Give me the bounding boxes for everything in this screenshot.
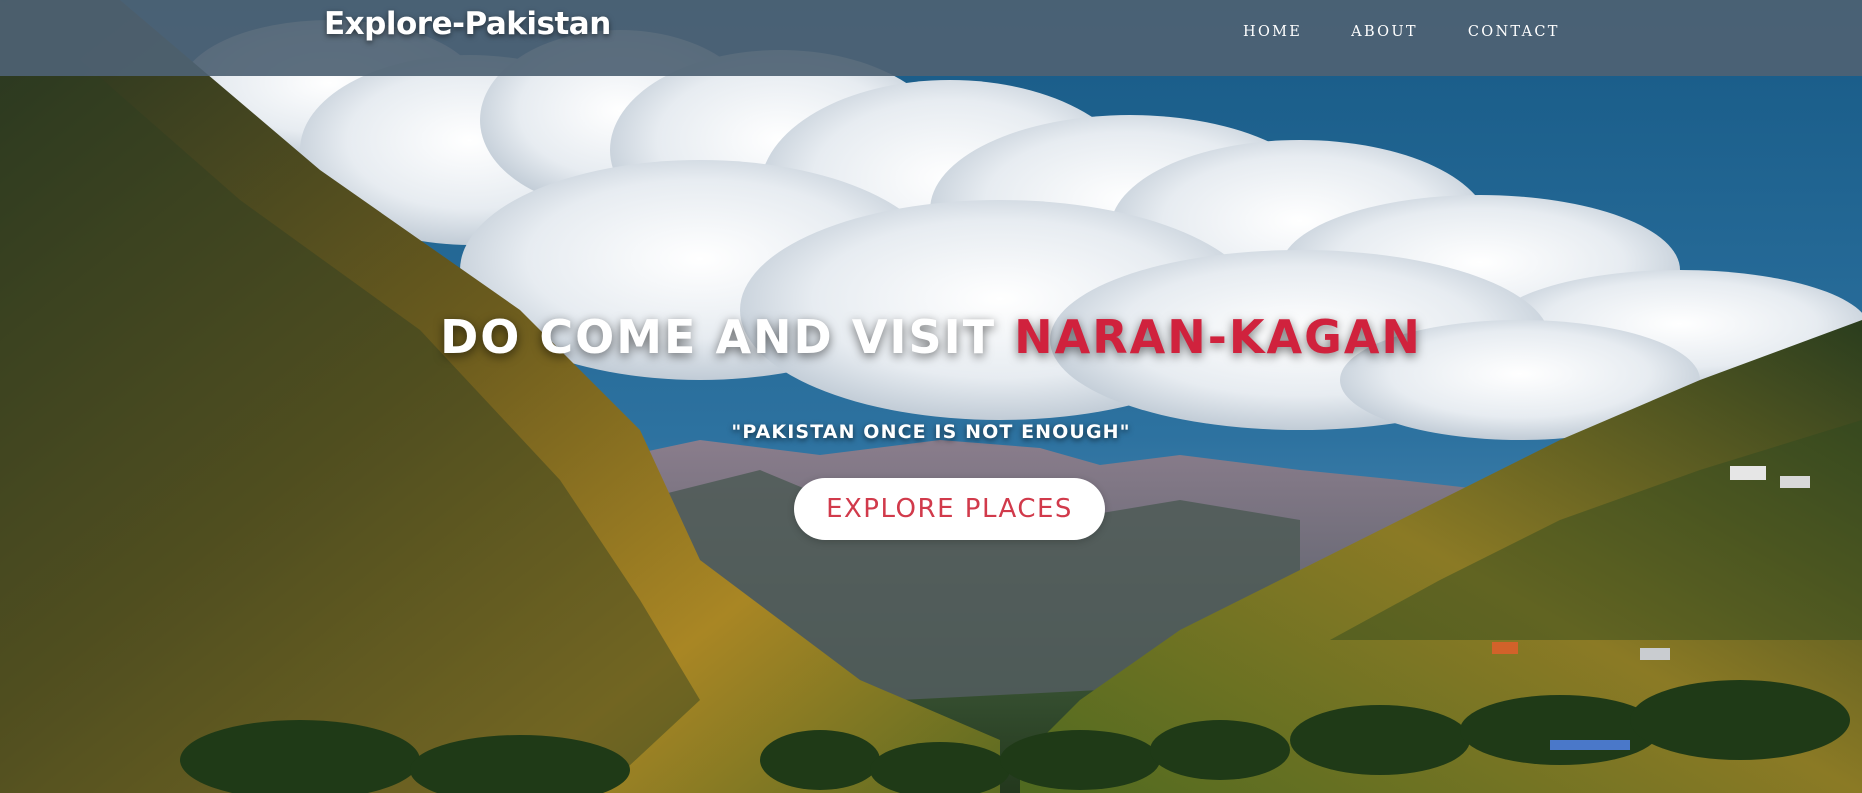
top-navbar: Explore-Pakistan HOME ABOUT CONTACT [0,0,1862,76]
hero-section: Explore-Pakistan HOME ABOUT CONTACT DO C… [0,0,1862,793]
nav-link-home[interactable]: HOME [1243,24,1302,40]
nav-link-contact[interactable]: CONTACT [1468,24,1560,40]
nav-link-about[interactable]: ABOUT [1351,24,1418,40]
hero-background-image [0,0,1862,793]
headline-prefix: DO COME AND VISIT [440,310,997,364]
brand-logo-link[interactable]: Explore-Pakistan [324,6,611,42]
hero-tagline: "PAKISTAN ONCE IS NOT ENOUGH" [731,421,1131,443]
headline-accent: NARAN-KAGAN [1014,310,1422,364]
explore-places-button[interactable]: EXPLORE PLACES [794,478,1105,540]
nav-links: HOME ABOUT CONTACT [1243,24,1560,40]
hero-headline: DO COME AND VISIT NARAN-KAGAN [0,310,1862,364]
